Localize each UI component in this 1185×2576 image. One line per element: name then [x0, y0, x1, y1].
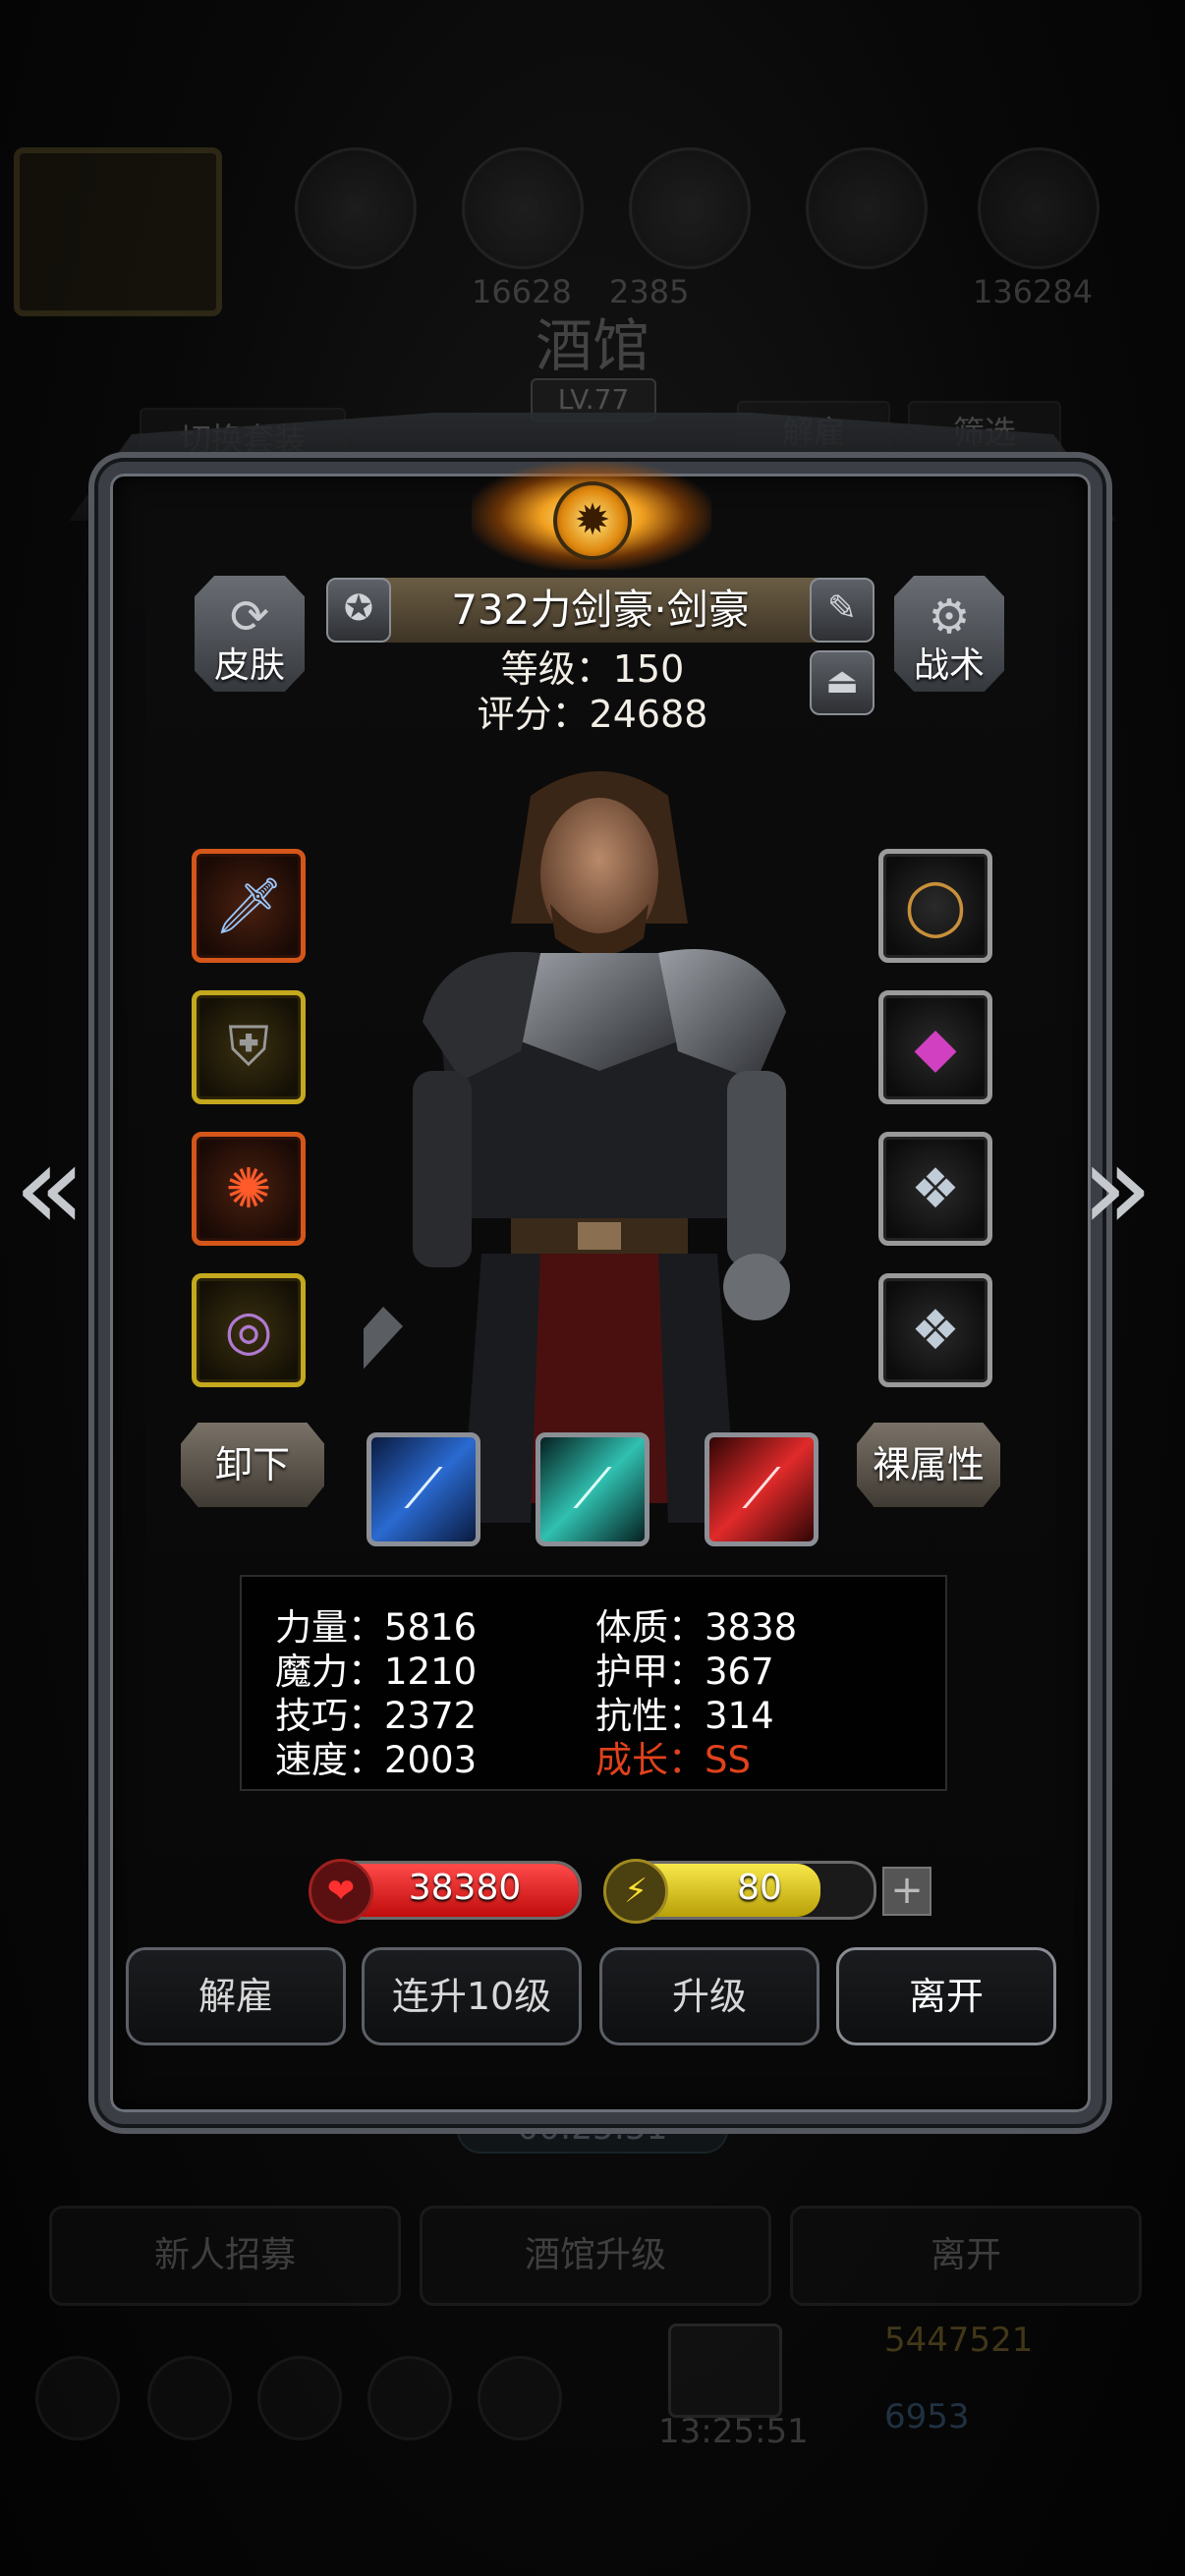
tavern-title: 酒馆: [535, 312, 649, 379]
hero-score: 评分：24688: [477, 693, 708, 736]
stat-speed: 速度：2003: [275, 1739, 478, 1781]
orb-slot[interactable]: ✺: [192, 1132, 306, 1246]
belt-icon: ◎: [224, 1298, 273, 1363]
player-avatar: [14, 147, 222, 316]
chest-icon[interactable]: [668, 2324, 782, 2418]
dismiss-button[interactable]: 解雇: [126, 1947, 346, 2045]
dock-icon[interactable]: [35, 2356, 120, 2440]
fire-slash-icon: ⟋: [742, 1457, 781, 1521]
medal-icon[interactable]: ✪: [326, 578, 391, 643]
gem-slot[interactable]: ◆: [878, 990, 992, 1104]
gold-value: 5447521: [884, 2321, 1034, 2360]
crest-slot[interactable]: ❖: [878, 1132, 992, 1246]
stat-growth: 成长：SS: [595, 1730, 751, 1783]
level-up-10-button[interactable]: 连升10级: [362, 1947, 582, 2045]
hero-name: 732力剑豪·剑豪: [451, 586, 750, 634]
resource-icon: [978, 147, 1100, 269]
skill-slot[interactable]: ⟋: [536, 1432, 649, 1546]
resource-icon: [629, 147, 751, 269]
crest-slot[interactable]: ❖: [878, 1273, 992, 1387]
belt-slot[interactable]: ◎: [192, 1273, 306, 1387]
energy-value: 80: [737, 1868, 782, 1908]
armor-slot[interactable]: ⛨: [192, 990, 306, 1104]
resource-icon: [462, 147, 584, 269]
prev-hero-arrow-icon[interactable]: «: [14, 1120, 85, 1257]
demon-orb-icon: ✺: [225, 1156, 272, 1221]
armor-icon: ⛨: [228, 1015, 269, 1079]
add-energy-button[interactable]: +: [882, 1867, 931, 1916]
dock-icon[interactable]: [367, 2356, 452, 2440]
sword-icon: 🗡: [213, 874, 284, 938]
ring-icon: ◯: [904, 873, 967, 938]
chest-timer: 13:25:51: [658, 2412, 809, 2451]
unequip-button[interactable]: 卸下: [181, 1423, 324, 1507]
leave-button[interactable]: 离开: [836, 1947, 1056, 2045]
bare-attributes-button[interactable]: 裸属性: [857, 1423, 1000, 1507]
next-hero-arrow-icon[interactable]: »: [1081, 1120, 1153, 1257]
dock-icon[interactable]: [257, 2356, 342, 2440]
ice-slash-icon: ⟋: [404, 1457, 443, 1521]
gem-value: 6953: [884, 2397, 970, 2436]
skill-slot[interactable]: ⟋: [705, 1432, 818, 1546]
new-recruit-button[interactable]: 新人招募: [49, 2206, 401, 2306]
ring-slot[interactable]: ◯: [878, 849, 992, 963]
level-up-button[interactable]: 升级: [599, 1947, 819, 2045]
wind-slash-icon: ⟋: [573, 1457, 612, 1521]
growth-value: SS: [705, 1739, 751, 1781]
dock-icon[interactable]: [147, 2356, 232, 2440]
weapon-slot[interactable]: 🗡: [192, 849, 306, 963]
bg-leave-button[interactable]: 离开: [790, 2206, 1142, 2306]
growth-label: 成长：: [595, 1739, 705, 1781]
crest-icon: ❖: [910, 1298, 961, 1363]
gem-icon: ◆: [914, 1015, 957, 1080]
resource-icon: [295, 147, 417, 269]
tavern-upgrade-button[interactable]: 酒馆升级: [420, 2206, 771, 2306]
sun-emblem-icon: ✹: [553, 481, 632, 560]
crest-icon: ❖: [910, 1156, 961, 1221]
skill-slot[interactable]: ⟋: [367, 1432, 480, 1546]
hp-value: 38380: [408, 1868, 522, 1908]
resource-icon: [806, 147, 928, 269]
dock-icon[interactable]: [478, 2356, 562, 2440]
edit-icon[interactable]: ✎: [810, 578, 875, 643]
